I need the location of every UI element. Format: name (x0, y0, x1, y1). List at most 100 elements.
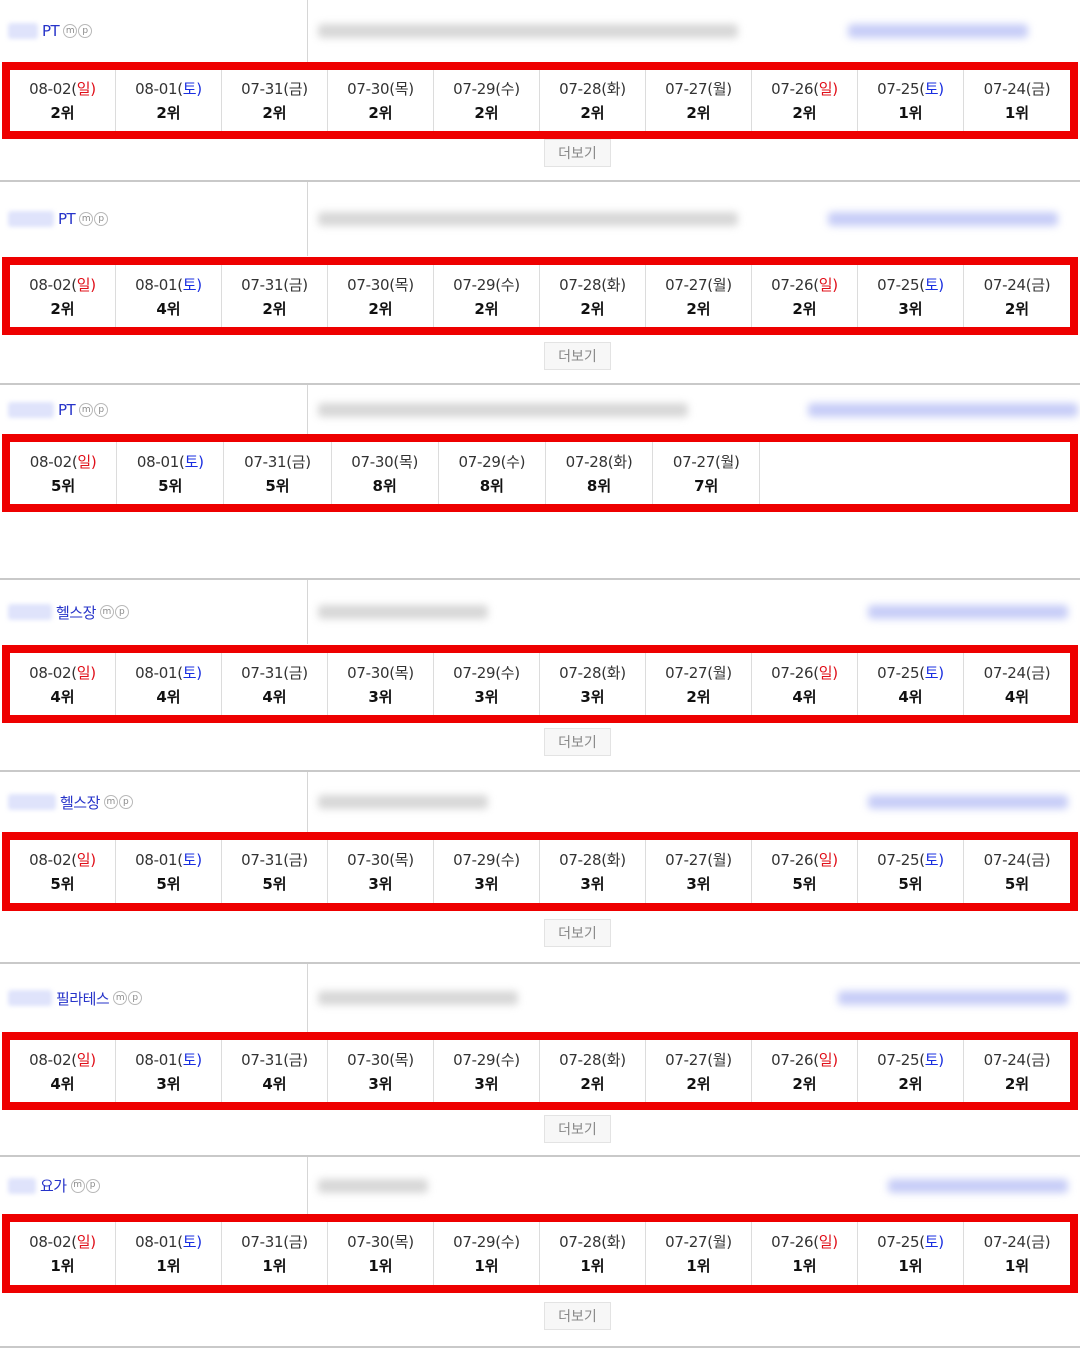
date-text: 07-24( (983, 80, 1032, 98)
rank-cell: 07-24(금) 1위 (964, 1222, 1070, 1285)
mobile-icon[interactable]: m (103, 795, 118, 809)
weekday-close: ) (302, 275, 308, 294)
weekday-close: ) (734, 452, 740, 471)
rank-cell: 07-28(화) 8위 (546, 442, 654, 504)
weekday-close: ) (938, 275, 944, 294)
pc-icon[interactable]: p (118, 795, 133, 809)
weekday: 수 (500, 275, 515, 294)
rank-cell: 07-25(토) 1위 (858, 1222, 964, 1285)
redacted-place-name (8, 1177, 36, 1194)
date-text: 08-01( (135, 851, 183, 869)
weekday: 월 (712, 851, 727, 869)
keyword-label[interactable]: 헬스장 (60, 792, 100, 813)
keyword-label[interactable]: PT (42, 22, 60, 40)
pc-icon[interactable]: p (85, 1178, 100, 1193)
pc-icon[interactable]: p (94, 403, 109, 417)
rank-date: 07-24(금) (984, 274, 1051, 295)
mobile-icon[interactable]: m (113, 991, 128, 1005)
mobile-icon[interactable]: m (63, 24, 78, 38)
keyword-label[interactable]: 요가 (40, 1175, 67, 1196)
date-text: 08-02( (29, 80, 77, 98)
mobile-icon[interactable]: m (70, 1178, 85, 1193)
more-button[interactable]: 더보기 (544, 1302, 611, 1330)
rank-date: 07-27(월) (673, 451, 740, 472)
redacted-link (868, 605, 1068, 619)
more-button[interactable]: 더보기 (544, 342, 611, 370)
pc-icon[interactable]: p (114, 605, 129, 619)
weekday-close: ) (832, 1233, 838, 1251)
weekday: 금 (1031, 851, 1045, 869)
rank-value: 3위 (156, 1074, 181, 1093)
rank-value: 3위 (474, 875, 499, 893)
more-button[interactable]: 더보기 (544, 919, 611, 947)
pc-icon[interactable]: p (94, 212, 109, 226)
weekday: 금 (1031, 663, 1045, 682)
date-text: 07-31( (241, 663, 289, 682)
keyword-label[interactable]: PT (58, 401, 76, 419)
weekday-close: ) (726, 1233, 732, 1251)
rank-date: 07-30(목) (351, 451, 418, 472)
rank-value: 2위 (792, 299, 817, 318)
rank-value: 2위 (156, 104, 181, 122)
mobile-icon[interactable]: m (99, 605, 114, 619)
more-button[interactable]: 더보기 (544, 728, 611, 756)
date-text: 07-25( (877, 663, 925, 682)
rank-date: 07-27(월) (665, 274, 732, 295)
keyword-detail (308, 580, 1080, 644)
mobile-icon[interactable]: m (79, 403, 94, 417)
weekday: 수 (506, 452, 520, 471)
weekday-close: ) (514, 851, 520, 869)
weekday: 화 (606, 1050, 621, 1069)
weekday-close: ) (938, 1050, 944, 1069)
rank-cell: 07-26(일) 2위 (752, 265, 858, 327)
weekday: 금 (288, 80, 303, 98)
weekday: 일 (818, 1233, 833, 1251)
weekday: 토 (924, 1050, 939, 1069)
date-text: 07-26( (771, 1233, 819, 1251)
date-text: 08-02( (29, 851, 77, 869)
keyword-row: PT m p (0, 182, 1080, 256)
weekday-close: ) (832, 663, 838, 682)
rank-date: 07-30(목) (347, 274, 414, 295)
rank-date: 07-29(수) (458, 451, 525, 472)
rank-value: 1위 (580, 1257, 605, 1275)
rank-value: 1위 (898, 104, 923, 122)
date-text: 08-01( (135, 1050, 183, 1069)
rank-date: 07-28(화) (559, 849, 626, 870)
date-text: 07-29( (453, 1050, 501, 1069)
rank-date: 08-01(토) (135, 1049, 202, 1070)
rank-date: 08-01(토) (135, 274, 202, 295)
keyword-row: 헬스장 m p (0, 580, 1080, 644)
rank-cell: 07-30(목) 2위 (328, 70, 434, 131)
pc-icon[interactable]: p (128, 991, 143, 1005)
keyword-label[interactable]: 헬스장 (56, 602, 96, 623)
redacted-url (318, 403, 688, 417)
rank-date: 07-31(금) (241, 274, 308, 295)
more-button[interactable]: 더보기 (544, 1115, 611, 1143)
keyword-label[interactable]: 필라테스 (56, 988, 110, 1009)
keyword-cell: PT m p (0, 385, 308, 435)
weekday: 화 (606, 663, 621, 682)
weekday: 토 (182, 663, 197, 682)
rank-date: 08-02(일) (29, 1049, 96, 1070)
rank-cell: 07-30(목) 3위 (328, 653, 434, 715)
keyword-cell: PT m p (0, 0, 308, 62)
rank-date: 08-02(일) (29, 78, 96, 99)
rank-cell: 08-02(일) 5위 (10, 442, 118, 504)
date-text: 07-27( (672, 452, 721, 471)
redacted-place-name (8, 990, 52, 1006)
date-text: 07-29( (453, 275, 501, 294)
pc-icon[interactable]: p (78, 24, 93, 38)
keyword-label[interactable]: PT (58, 210, 76, 228)
more-button[interactable]: 더보기 (544, 139, 611, 167)
weekday: 금 (288, 275, 303, 294)
date-text: 07-27( (665, 1233, 713, 1251)
rank-date: 07-30(목) (347, 849, 414, 870)
rank-date: 07-26(일) (771, 1231, 838, 1252)
weekday-close: ) (408, 1050, 414, 1069)
weekday: 토 (182, 80, 197, 98)
weekday: 목 (398, 452, 413, 471)
weekday-close: ) (832, 1050, 838, 1069)
mobile-icon[interactable]: m (79, 212, 94, 226)
redacted-url (318, 24, 738, 38)
